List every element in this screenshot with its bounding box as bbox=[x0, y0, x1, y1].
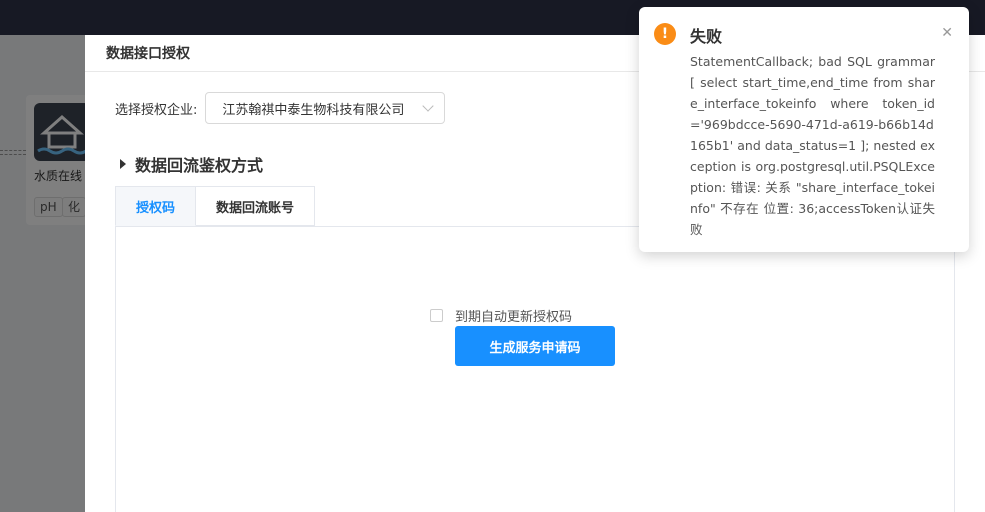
section-title: 数据回流鉴权方式 bbox=[135, 156, 264, 175]
company-row: 选择授权企业: 江苏翰祺中泰生物科技有限公司 bbox=[115, 92, 446, 124]
dialog-title: 数据接口授权 bbox=[106, 46, 190, 62]
notification-title: 失败 bbox=[690, 27, 723, 46]
auto-renew-checkbox[interactable] bbox=[430, 309, 443, 322]
tab-panel bbox=[115, 226, 955, 512]
tab-auth-code[interactable]: 授权码 bbox=[115, 186, 197, 226]
company-select[interactable]: 江苏翰祺中泰生物科技有限公司 bbox=[205, 92, 446, 124]
auto-renew-label: 到期自动更新授权码 bbox=[455, 310, 573, 325]
notification-message: StatementCallback; bad SQL grammar [ sel… bbox=[690, 54, 935, 237]
warning-icon: ! bbox=[654, 23, 676, 45]
auto-renew-row[interactable]: 到期自动更新授权码 bbox=[430, 306, 572, 325]
chevron-down-icon bbox=[422, 100, 435, 112]
close-icon[interactable]: ✕ bbox=[941, 25, 953, 41]
section-header[interactable]: 数据回流鉴权方式 bbox=[120, 152, 263, 176]
auth-tabs: 授权码 数据回流账号 bbox=[115, 186, 316, 226]
tab-data-return-account[interactable]: 数据回流账号 bbox=[196, 186, 316, 226]
generate-code-button[interactable]: 生成服务申请码 bbox=[455, 326, 615, 366]
company-select-value: 江苏翰祺中泰生物科技有限公司 bbox=[222, 102, 405, 118]
caret-right-icon bbox=[120, 159, 126, 169]
company-label: 选择授权企业: bbox=[115, 102, 198, 118]
error-notification: ! 失败 ✕ StatementCallback; bad SQL gramma… bbox=[639, 7, 969, 252]
